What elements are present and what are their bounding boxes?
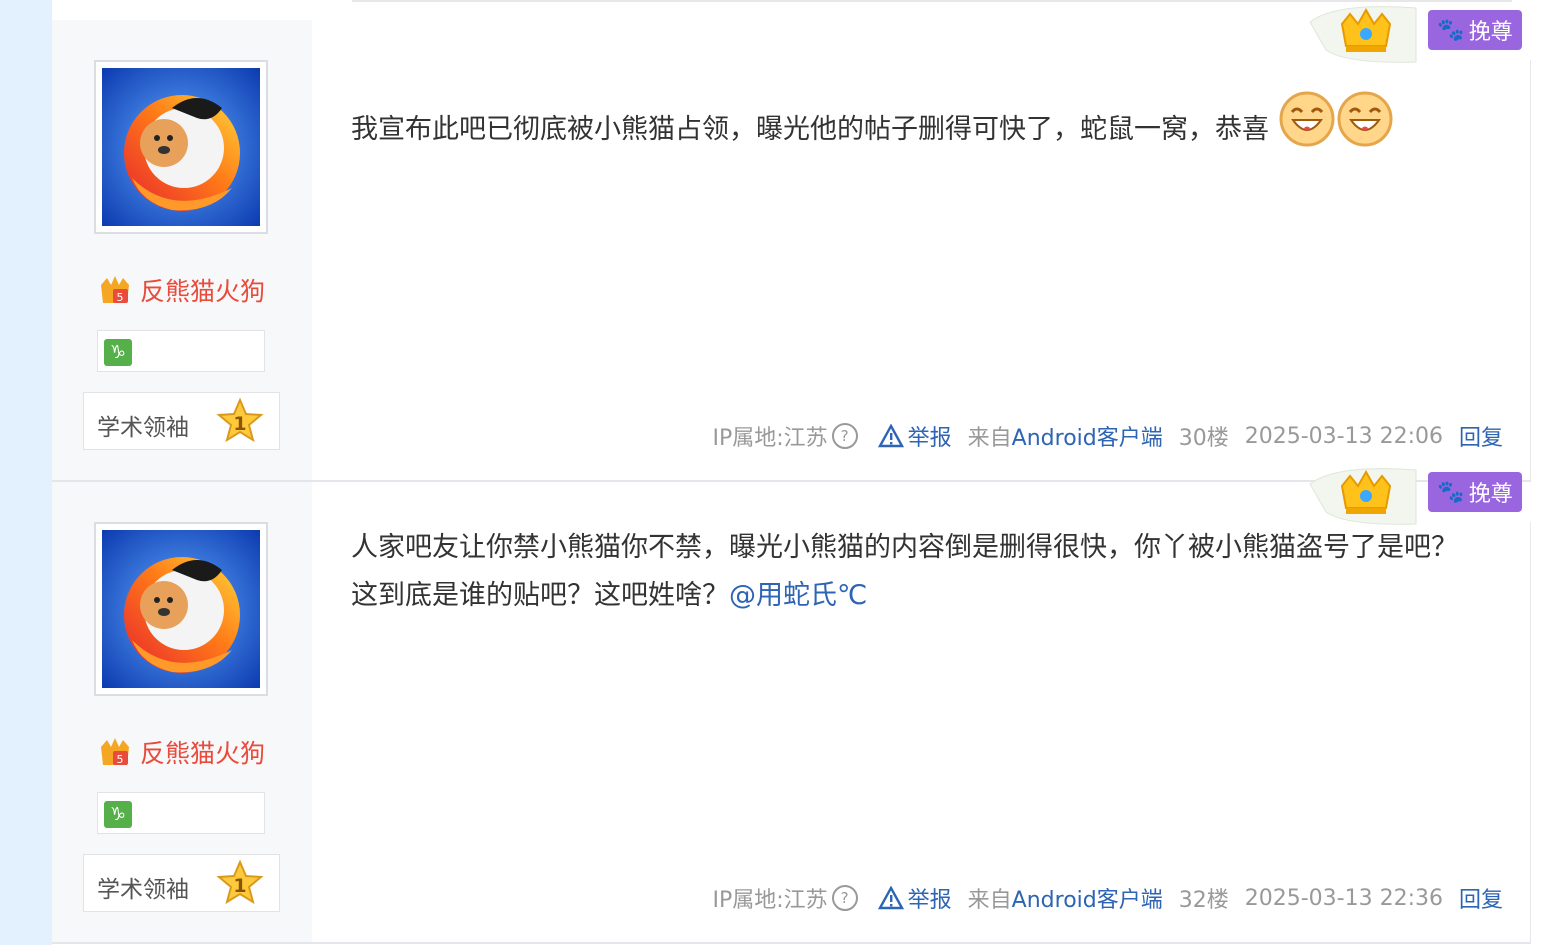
level-title-text: 学术领袖	[97, 877, 189, 903]
user-level-title[interactable]: 学术领袖 1	[83, 854, 280, 912]
username-link[interactable]: 反熊猫火狗	[140, 734, 265, 770]
post-text: 人家吧友让你禁小熊猫你不禁，曝光小熊猫的内容倒是删得很快，你丫被小熊猫盗号了是吧…	[351, 532, 1458, 611]
crown-badge-icon	[1309, 6, 1417, 63]
avatar-image	[102, 68, 260, 226]
wanzun-tag: 🐾 挽尊	[1428, 10, 1522, 50]
post-footer: IP属地:江苏 ? 举报 来自 Android客户端 32楼 2025-03-13…	[712, 878, 1503, 918]
user-level-title[interactable]: 学术领袖 1	[83, 392, 280, 450]
avatar-image	[102, 530, 260, 688]
author-sidebar: 5 反熊猫火狗 ♑ 学术领袖 1	[52, 20, 312, 480]
user-mention-link[interactable]: @用蛇氏℃	[729, 580, 867, 611]
badge-box: ♑	[97, 792, 265, 834]
page-left-background	[0, 0, 52, 945]
report-button[interactable]: 举报	[877, 882, 952, 914]
source-prefix: 来自	[967, 888, 1012, 913]
post-footer: IP属地:江苏 ? 举报 来自 Android客户端 30楼 2025-03-13…	[712, 416, 1503, 456]
report-button[interactable]: 举报	[877, 420, 952, 452]
post-timestamp: 2025-03-13 22:06	[1244, 423, 1443, 449]
reply-button[interactable]: 回复	[1459, 420, 1503, 452]
laugh-emoji-icon	[1278, 90, 1336, 164]
corner-badge: 🐾 挽尊	[1306, 464, 1522, 530]
laugh-emoji-icon	[1336, 90, 1394, 164]
wanzun-label: 挽尊	[1468, 482, 1513, 507]
floor-number: 30楼	[1178, 426, 1229, 451]
avatar[interactable]	[94, 60, 268, 234]
post-timestamp: 2025-03-13 22:36	[1244, 885, 1443, 911]
report-label: 举报	[907, 426, 952, 451]
wanzun-label: 挽尊	[1468, 20, 1513, 45]
level-star-icon: 1	[216, 397, 264, 449]
level-number: 1	[233, 875, 246, 897]
post-text: 我宣布此吧已彻底被小熊猫占领，曝光他的帖子删得可快了，蛇鼠一窝，恭喜	[351, 114, 1269, 145]
warning-icon	[877, 886, 904, 910]
avatar[interactable]	[94, 522, 268, 696]
floor-number: 32楼	[1178, 888, 1229, 913]
capricorn-zodiac-icon: ♑	[104, 339, 132, 366]
source-client-link[interactable]: Android客户端	[1012, 882, 1163, 914]
source-prefix: 来自	[967, 426, 1012, 451]
paw-icon: 🐾	[1437, 17, 1465, 43]
post-right-border	[1530, 522, 1531, 942]
warning-icon	[877, 424, 904, 448]
ip-location: IP属地:江苏	[712, 426, 828, 451]
post-floor-30: 5 反熊猫火狗 ♑ 学术领袖 1 🐾 挽尊 我宣布此吧已彻底被小熊猫占领，曝光他…	[52, 6, 1531, 482]
report-label: 举报	[907, 888, 952, 913]
level-number: 1	[233, 413, 246, 435]
user-name-line: 5 反熊猫火狗	[98, 272, 265, 308]
svg-text:5: 5	[117, 291, 124, 304]
help-icon[interactable]: ?	[831, 885, 858, 911]
svg-text:5: 5	[117, 753, 124, 766]
badge-box: ♑	[97, 330, 265, 372]
capricorn-zodiac-icon: ♑	[104, 801, 132, 828]
help-icon[interactable]: ?	[831, 423, 858, 449]
vip-crown-icon: 5	[101, 738, 129, 766]
author-sidebar: 5 反熊猫火狗 ♑ 学术领袖 1	[52, 482, 312, 942]
level-title-text: 学术领袖	[97, 415, 189, 441]
post-content: 人家吧友让你禁小熊猫你不禁，曝光小熊猫的内容倒是删得很快，你丫被小熊猫盗号了是吧…	[351, 524, 1461, 620]
ip-location: IP属地:江苏	[712, 888, 828, 913]
corner-badge: 🐾 挽尊	[1306, 2, 1522, 68]
reply-button[interactable]: 回复	[1459, 882, 1503, 914]
crown-badge-icon	[1309, 468, 1417, 525]
vip-crown-icon: 5	[101, 276, 129, 304]
post-floor-32: 5 反熊猫火狗 ♑ 学术领袖 1 🐾 挽尊 人家吧友让你禁小熊猫你不禁，曝光小熊…	[52, 468, 1531, 944]
wanzun-tag: 🐾 挽尊	[1428, 472, 1522, 512]
post-right-border	[1530, 60, 1531, 480]
username-link[interactable]: 反熊猫火狗	[140, 272, 265, 308]
user-name-line: 5 反熊猫火狗	[98, 734, 265, 770]
paw-icon: 🐾	[1437, 479, 1465, 505]
source-client-link[interactable]: Android客户端	[1012, 420, 1163, 452]
post-content: 我宣布此吧已彻底被小熊猫占领，曝光他的帖子删得可快了，蛇鼠一窝，恭喜	[351, 90, 1461, 164]
level-star-icon: 1	[216, 859, 264, 911]
